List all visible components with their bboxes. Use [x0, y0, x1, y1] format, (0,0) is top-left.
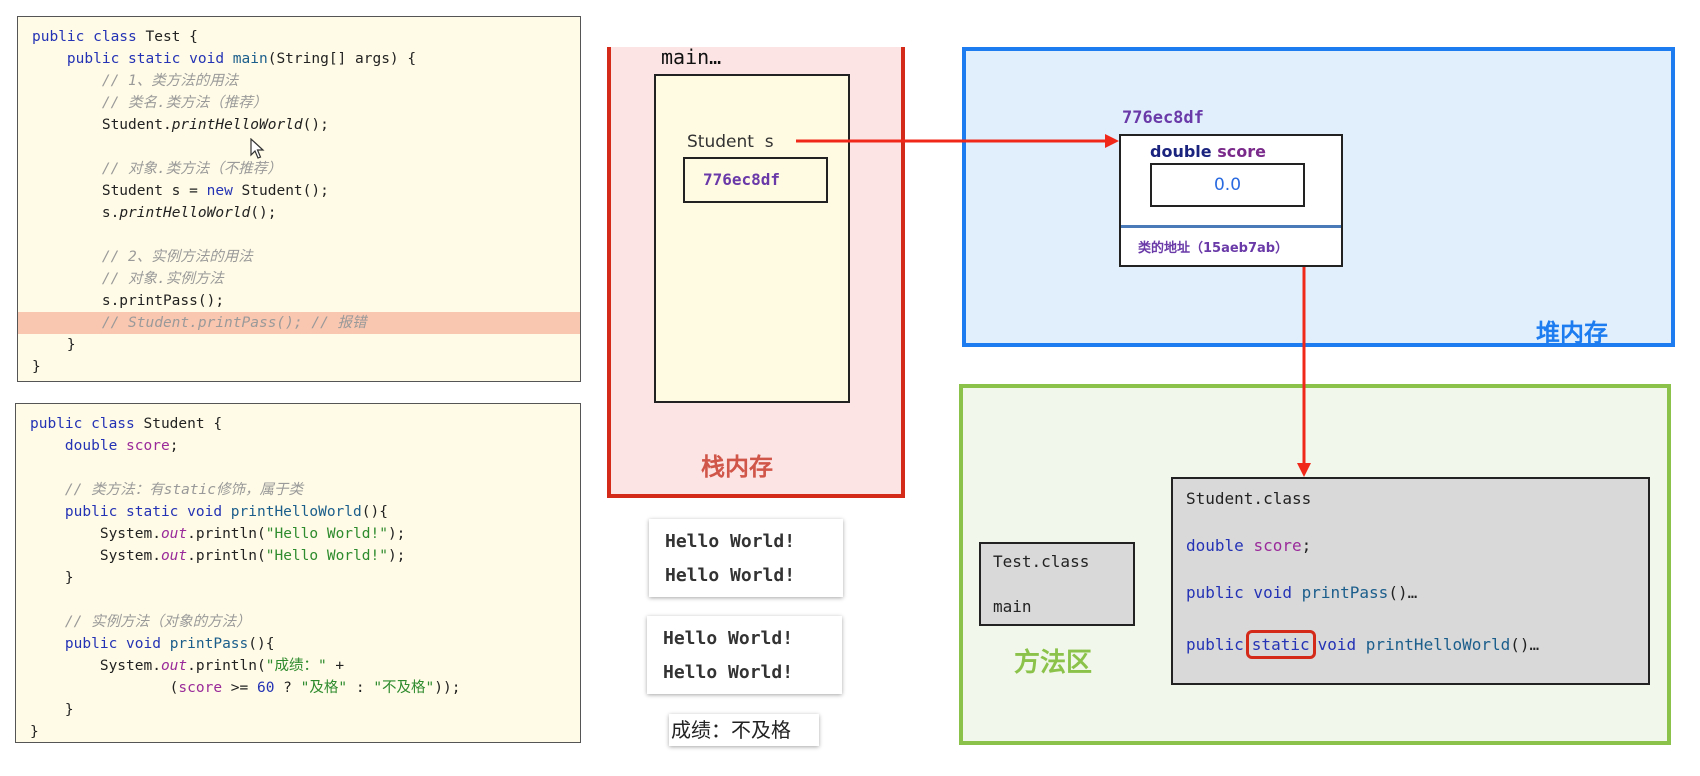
arrowhead-right-icon — [1105, 134, 1119, 148]
arrowhead-down-icon — [1297, 463, 1311, 477]
reference-arrows — [796, 134, 1311, 477]
